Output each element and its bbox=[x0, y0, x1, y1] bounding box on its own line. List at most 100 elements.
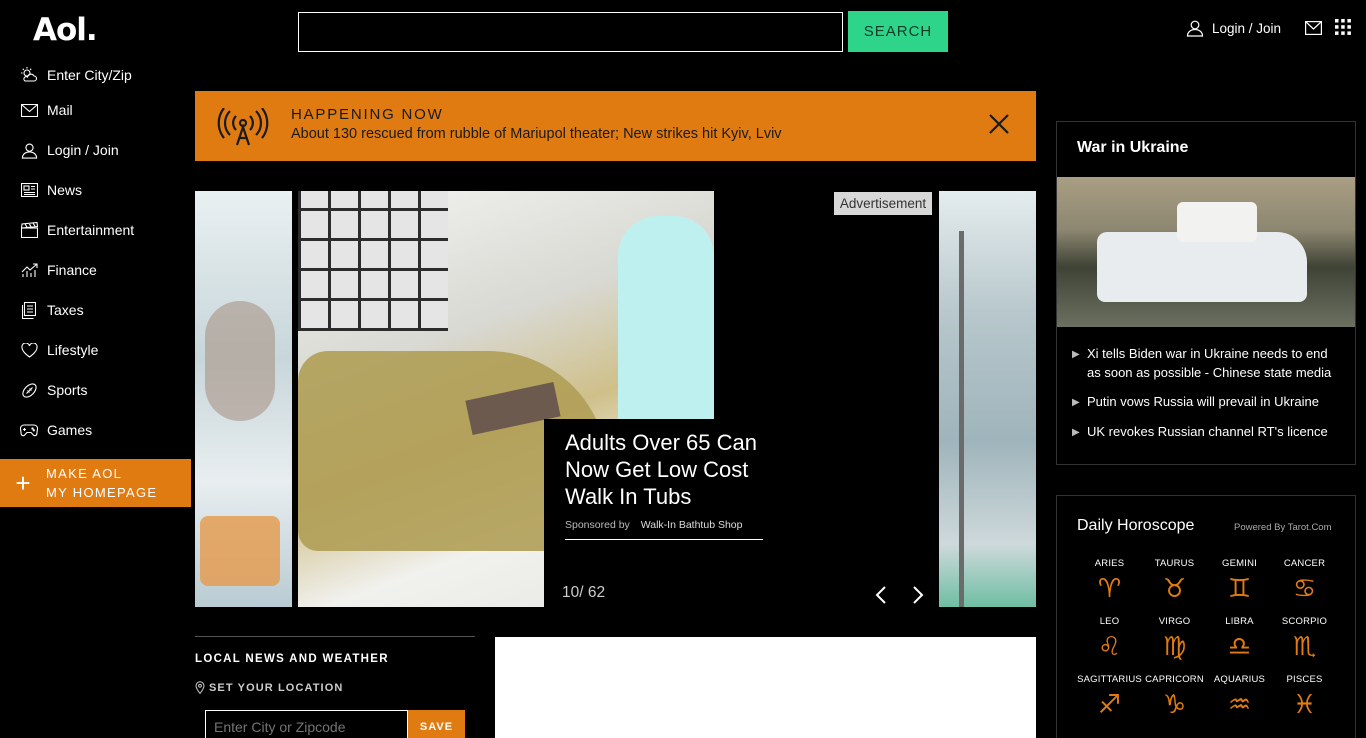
sidebar-item-games[interactable]: Games bbox=[0, 410, 192, 450]
make-homepage-label: MAKE AOL MY HOMEPAGE bbox=[46, 464, 157, 502]
slide-image-detail bbox=[200, 516, 280, 586]
zodiac-sign-scorpio[interactable]: SCORPIO ♏ bbox=[1272, 616, 1337, 662]
taurus-icon: ♉ bbox=[1162, 574, 1187, 604]
virgo-icon: ♍ bbox=[1162, 632, 1187, 662]
sidebar-item-entertainment[interactable]: Entertainment bbox=[0, 210, 192, 250]
zodiac-sign-capricorn[interactable]: CAPRICORN ♑ bbox=[1142, 674, 1207, 720]
zodiac-sign-label: LIBRA bbox=[1225, 616, 1254, 627]
close-icon[interactable] bbox=[987, 112, 1011, 136]
next-slide-image[interactable] bbox=[939, 191, 1036, 607]
set-location-link[interactable]: SET YOUR LOCATION bbox=[195, 681, 475, 694]
scorpio-icon: ♏ bbox=[1292, 632, 1317, 662]
slideshow-carousel: Adults Over 65 Can Now Get Low Cost Walk… bbox=[195, 191, 1036, 607]
sidebar-item-finance[interactable]: Finance bbox=[0, 250, 192, 290]
ad-text-panel[interactable]: Adults Over 65 Can Now Get Low Cost Walk… bbox=[544, 419, 764, 607]
user-icon bbox=[1186, 20, 1204, 37]
happening-now-headline[interactable]: About 130 rescued from rubble of Mariupo… bbox=[291, 126, 782, 142]
header-login-link[interactable]: Login / Join bbox=[1186, 19, 1281, 37]
module-title: Daily Horoscope bbox=[1077, 517, 1195, 534]
story-text: UK revokes Russian channel RT's licence bbox=[1087, 424, 1328, 439]
zodiac-sign-label: AQUARIUS bbox=[1213, 674, 1266, 685]
sidebar-item-taxes[interactable]: Taxes bbox=[0, 290, 192, 330]
chevron-left-icon[interactable] bbox=[871, 584, 893, 606]
city-zip-input[interactable] bbox=[205, 710, 408, 738]
sidebar-item-label: Sports bbox=[47, 382, 88, 398]
zodiac-sign-gemini[interactable]: GEMINI ♊ bbox=[1207, 558, 1272, 604]
capricorn-icon: ♑ bbox=[1162, 690, 1187, 720]
story-link[interactable]: ▶ Xi tells Biden war in Ukraine needs to … bbox=[1072, 344, 1344, 382]
sidebar-item-sports[interactable]: Sports bbox=[0, 370, 192, 410]
previous-slide-image[interactable] bbox=[195, 191, 292, 607]
gamepad-icon bbox=[20, 421, 38, 439]
chevron-right-icon[interactable] bbox=[906, 584, 928, 606]
document-icon bbox=[20, 301, 38, 319]
zodiac-sign-cancer[interactable]: CANCER ♋ bbox=[1272, 558, 1337, 604]
slide-counter: 10/ 62 bbox=[562, 584, 606, 601]
zodiac-sign-libra[interactable]: LIBRA ♎ bbox=[1207, 616, 1272, 662]
zodiac-sign-label: CAPRICORN bbox=[1145, 674, 1204, 685]
zodiac-sign-taurus[interactable]: TAURUS ♉ bbox=[1142, 558, 1207, 604]
sponsored-by-label: Sponsored by bbox=[565, 519, 630, 531]
ad-sponsor-line[interactable]: Sponsored by Walk-In Bathtub Shop bbox=[565, 519, 763, 540]
ukraine-tank-image[interactable] bbox=[1057, 177, 1355, 327]
sidebar-item-login[interactable]: Login / Join bbox=[0, 130, 192, 170]
triangle-bullet-icon: ▶ bbox=[1072, 427, 1080, 438]
zodiac-sign-pisces[interactable]: PISCES ♓ bbox=[1272, 674, 1337, 720]
leo-icon: ♌ bbox=[1097, 632, 1122, 662]
heart-icon bbox=[20, 341, 38, 359]
zodiac-sign-virgo[interactable]: VIRGO ♍ bbox=[1142, 616, 1207, 662]
mail-icon bbox=[20, 101, 38, 119]
local-news-widget: LOCAL NEWS AND WEATHER SET YOUR LOCATION… bbox=[195, 636, 475, 738]
save-location-button[interactable]: SAVE bbox=[408, 710, 465, 738]
daily-horoscope-module: Daily Horoscope Powered By Tarot.Com ARI… bbox=[1056, 495, 1356, 738]
cancer-icon: ♋ bbox=[1292, 574, 1317, 604]
zodiac-sign-label: ARIES bbox=[1094, 558, 1125, 569]
search-button[interactable]: SEARCH bbox=[848, 11, 948, 52]
zodiac-sign-aquarius[interactable]: AQUARIUS ♒ bbox=[1207, 674, 1272, 720]
powered-by-label[interactable]: Powered By Tarot.Com bbox=[1234, 522, 1332, 533]
broadcast-icon bbox=[217, 108, 269, 146]
story-link[interactable]: ▶ Putin vows Russia will prevail in Ukrai… bbox=[1072, 392, 1344, 412]
mail-icon[interactable] bbox=[1305, 21, 1322, 35]
zodiac-sign-aries[interactable]: ARIES ♈ bbox=[1077, 558, 1142, 604]
happening-now-label: HAPPENING NOW bbox=[291, 106, 444, 123]
happening-now-banner[interactable]: HAPPENING NOW About 130 rescued from rub… bbox=[195, 91, 1036, 161]
story-link[interactable]: ▶ UK revokes Russian channel RT's licence bbox=[1072, 422, 1344, 442]
zodiac-sign-label: SCORPIO bbox=[1281, 616, 1328, 627]
sidebar-item-mail[interactable]: Mail bbox=[0, 90, 192, 130]
clapperboard-icon bbox=[20, 221, 38, 239]
aries-icon: ♈ bbox=[1097, 574, 1122, 604]
image-tank-body bbox=[1097, 232, 1307, 302]
search-input[interactable] bbox=[298, 12, 843, 52]
sidebar-item-weather[interactable]: Enter City/Zip bbox=[0, 60, 192, 90]
set-location-label: SET YOUR LOCATION bbox=[209, 681, 344, 694]
sidebar-item-lifestyle[interactable]: Lifestyle bbox=[0, 330, 192, 370]
zodiac-sign-label: PISCES bbox=[1286, 674, 1323, 685]
chart-icon bbox=[20, 261, 38, 279]
story-text: Putin vows Russia will prevail in Ukrain… bbox=[1087, 394, 1319, 409]
sidebar-item-news[interactable]: News bbox=[0, 170, 192, 210]
apps-grid-icon[interactable] bbox=[1335, 19, 1351, 35]
aol-homepage: Aol. SEARCH Login / Join Enter City/Zip … bbox=[0, 0, 1366, 738]
sidebar-item-label: Games bbox=[47, 422, 93, 438]
aol-logo[interactable]: Aol. bbox=[33, 12, 98, 48]
weather-icon bbox=[20, 66, 38, 84]
zodiac-grid: ARIES ♈ TAURUS ♉ GEMINI ♊ CANCER ♋ LEO ♌ VIRGO ♍ LIB… bbox=[1077, 558, 1339, 720]
sidebar-item-label: Entertainment bbox=[47, 222, 135, 238]
module-title[interactable]: War in Ukraine bbox=[1077, 139, 1188, 157]
triangle-bullet-icon: ▶ bbox=[1072, 397, 1080, 408]
header-login-label: Login / Join bbox=[1212, 20, 1282, 36]
sponsor-name[interactable]: Walk-In Bathtub Shop bbox=[641, 519, 743, 531]
user-icon bbox=[20, 141, 38, 159]
zodiac-sign-sagittarius[interactable]: SAGITTARIUS ♐ bbox=[1077, 674, 1142, 720]
war-in-ukraine-module: War in Ukraine ▶ Xi tells Biden war in Uk… bbox=[1056, 121, 1356, 465]
sidebar-item-label: Taxes bbox=[47, 302, 84, 318]
content-placeholder-box bbox=[495, 637, 1036, 738]
make-homepage-button[interactable]: + MAKE AOL MY HOMEPAGE bbox=[0, 459, 191, 507]
zodiac-sign-leo[interactable]: LEO ♌ bbox=[1077, 616, 1142, 662]
ad-title[interactable]: Adults Over 65 Can Now Get Low Cost Walk… bbox=[565, 429, 775, 510]
pisces-icon: ♓ bbox=[1292, 690, 1317, 720]
make-homepage-line2: MY HOMEPAGE bbox=[46, 485, 158, 500]
sagittarius-icon: ♐ bbox=[1097, 690, 1122, 720]
zodiac-sign-label: LEO bbox=[1099, 616, 1120, 627]
